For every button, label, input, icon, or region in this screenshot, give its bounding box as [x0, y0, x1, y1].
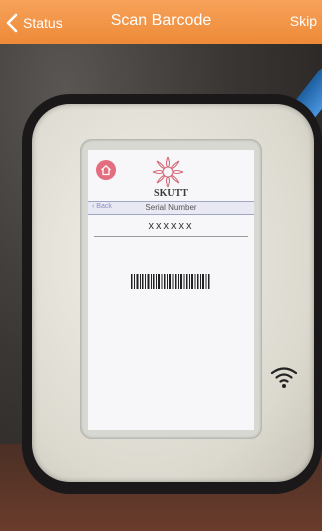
barcode-icon	[131, 274, 210, 289]
device-home-button	[96, 160, 116, 180]
device-screen-title: Serial Number	[145, 203, 197, 212]
skip-button[interactable]: Skip	[290, 13, 317, 29]
device-screen: SKUTT ‹ Back Serial Number xxxxxx	[88, 150, 254, 430]
device-back-label: Back	[96, 203, 112, 210]
wifi-icon	[270, 367, 298, 388]
back-button[interactable]: Status	[6, 12, 63, 34]
camera-view: SKUTT ‹ Back Serial Number xxxxxx	[0, 44, 322, 531]
back-button-label: Status	[23, 15, 63, 31]
chevron-left-icon	[6, 13, 18, 33]
device-brand: SKUTT	[154, 188, 188, 199]
navigation-bar: Status Scan Barcode Skip	[0, 0, 322, 44]
logo-icon	[152, 156, 184, 188]
device-screen-header: ‹ Back Serial Number	[88, 201, 254, 215]
device-back-button: ‹ Back	[92, 203, 112, 210]
serial-underline	[94, 236, 248, 237]
home-icon	[101, 165, 111, 176]
serial-number-value: xxxxxx	[148, 220, 194, 232]
